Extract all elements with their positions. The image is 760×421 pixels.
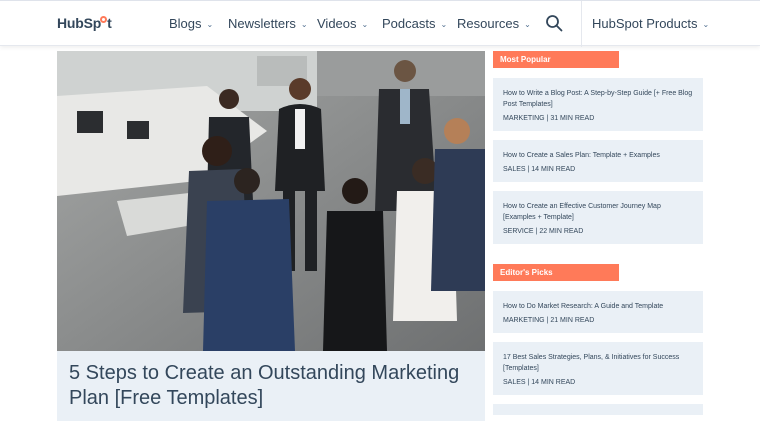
editors-picks-label: Editor's Picks	[493, 264, 619, 281]
article-meta: SERVICE | 22 MIN READ	[503, 228, 584, 235]
logo-text-start: HubSp	[57, 15, 102, 31]
chevron-down-icon: ⌄	[524, 20, 531, 29]
chevron-down-icon: ⌄	[206, 20, 214, 29]
article-title[interactable]: How to Create an Effective Customer Jour…	[503, 201, 695, 223]
nav-resources-label: Resources	[457, 16, 520, 31]
popular-article-card[interactable]: How to Write a Blog Post: A Step-by-Step…	[493, 78, 703, 131]
search-icon[interactable]	[545, 14, 563, 32]
popular-article-card[interactable]: How to Create an Effective Customer Jour…	[493, 191, 703, 244]
article-meta: MARKETING | 31 MIN READ	[503, 115, 595, 122]
nav-videos-label: Videos	[317, 16, 357, 31]
editors-pick-card[interactable]: How to Do Market Research: A Guide and T…	[493, 291, 703, 333]
article-meta: SALES | 14 MIN READ	[503, 166, 576, 173]
article-title[interactable]: How to Do Market Research: A Guide and T…	[503, 301, 695, 312]
featured-article-caption[interactable]: 5 Steps to Create an Outstanding Marketi…	[57, 351, 485, 421]
article-title[interactable]: How to Create a Sales Plan: Template + E…	[503, 150, 695, 161]
nav-blogs-label: Blogs	[169, 16, 202, 31]
editors-pick-card[interactable]: 17 Best Sales Strategies, Plans, & Initi…	[493, 342, 703, 395]
chevron-down-icon: ⌄	[300, 20, 308, 29]
nav-products-label: HubSpot Products	[592, 16, 698, 31]
featured-article-title[interactable]: 5 Steps to Create an Outstanding Marketi…	[69, 361, 473, 411]
nav-podcasts-label: Podcasts	[382, 16, 436, 31]
featured-article-image[interactable]	[57, 51, 485, 351]
article-meta: SALES | 14 MIN READ	[503, 379, 576, 386]
nav-newsletters-label: Newsletters	[228, 16, 296, 31]
hubspot-logo[interactable]: HubSp t	[57, 15, 112, 31]
chevron-down-icon: ⌄	[702, 20, 710, 29]
nav-resources[interactable]: Resources ⌄	[457, 16, 531, 31]
article-title[interactable]: How to Write a Blog Post: A Step-by-Step…	[503, 88, 695, 110]
logo-text-end: t	[107, 15, 112, 31]
chevron-down-icon: ⌄	[361, 20, 369, 29]
nav-blogs[interactable]: Blogs ⌄	[169, 16, 213, 31]
nav-hubspot-products[interactable]: HubSpot Products ⌄	[592, 16, 709, 31]
editors-pick-card-partial[interactable]	[493, 404, 703, 415]
popular-article-card[interactable]: How to Create a Sales Plan: Template + E…	[493, 140, 703, 182]
nav-videos[interactable]: Videos ⌄	[317, 16, 368, 31]
nav-podcasts[interactable]: Podcasts ⌄	[382, 16, 447, 31]
team-meeting-photo	[57, 51, 485, 351]
top-navigation-bar: HubSp t Blogs ⌄ Newsletters ⌄ Videos ⌄ Podca…	[0, 0, 760, 47]
article-meta: MARKETING | 21 MIN READ	[503, 317, 595, 324]
nav-divider	[581, 1, 582, 47]
nav-newsletters[interactable]: Newsletters ⌄	[228, 16, 308, 31]
chevron-down-icon: ⌄	[440, 20, 448, 29]
article-title[interactable]: 17 Best Sales Strategies, Plans, & Initi…	[503, 352, 695, 374]
most-popular-label: Most Popular	[493, 51, 619, 68]
